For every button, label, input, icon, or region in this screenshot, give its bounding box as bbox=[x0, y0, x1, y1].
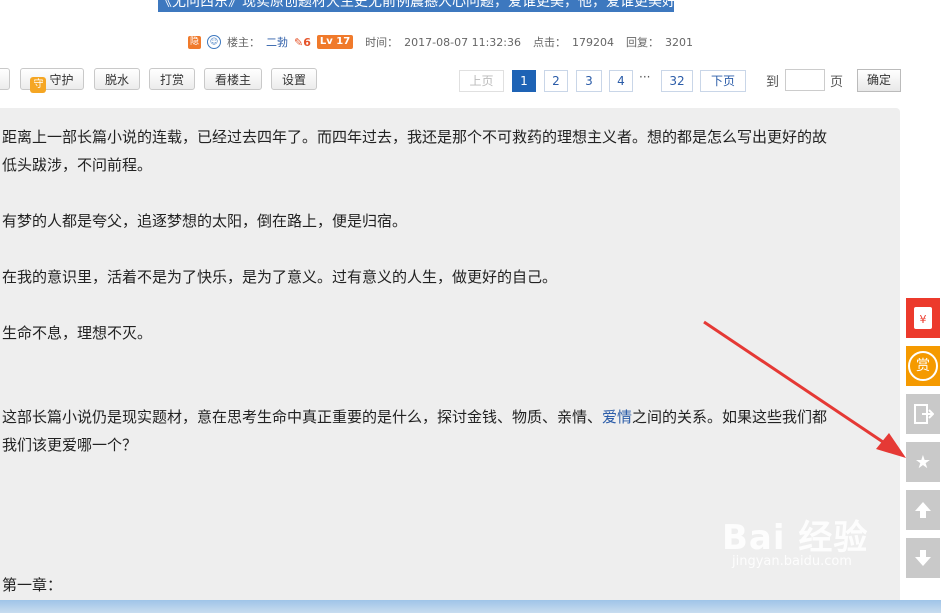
post-title-banner: 《无问西东》现实原创题材大生史无前例震撼人心问题，爱谁更美，他，爱谁更美好， bbox=[158, 0, 674, 12]
smile-icon[interactable]: ☺ bbox=[207, 35, 221, 49]
reward-circle-icon: 赏 bbox=[908, 351, 938, 381]
post-time: 2017-08-07 11:32:36 bbox=[404, 35, 521, 49]
arrow-down-icon bbox=[915, 550, 931, 566]
watermark-logo: Bai 经验 bbox=[722, 518, 869, 558]
page-3-button[interactable]: 3 bbox=[576, 70, 602, 92]
page-2-button[interactable]: 2 bbox=[544, 70, 568, 92]
scroll-top-button[interactable] bbox=[906, 490, 940, 530]
reward-side-button[interactable]: 赏 bbox=[906, 346, 940, 386]
scroll-bottom-button[interactable] bbox=[906, 538, 940, 578]
goto-page-input[interactable] bbox=[785, 69, 825, 91]
pager-ellipsis: ··· bbox=[639, 70, 651, 84]
author-label: 楼主： bbox=[227, 36, 260, 49]
chapter-heading: 第一章： bbox=[2, 576, 63, 594]
taskbar-strip bbox=[0, 600, 941, 613]
level-badge: Lv 17 bbox=[316, 35, 354, 49]
paragraph-5-line-2: 我们该更爱哪一个？ bbox=[2, 436, 138, 454]
author-name-link[interactable]: 二勃 bbox=[266, 34, 288, 50]
views-label: 点击： bbox=[533, 36, 566, 49]
red-packet-icon: ¥ bbox=[914, 307, 932, 329]
hidden-tag-icon[interactable]: 隐 bbox=[188, 35, 201, 49]
paragraph-5-text-a: 这部长篇小说仍是现实题材，意在思考生命中真正重要的是什么，探讨金钱、物质、亲情、 bbox=[2, 408, 603, 426]
time-label: 时间： bbox=[365, 36, 399, 49]
confirm-goto-button[interactable]: 确定 bbox=[857, 69, 901, 92]
views-count: 179204 bbox=[572, 35, 614, 49]
paragraph-4: 生命不息，理想不灭。 bbox=[2, 324, 153, 342]
love-link[interactable]: 爱情 bbox=[602, 408, 632, 426]
page-unit-label: 页 bbox=[830, 75, 844, 90]
badge-count: ✎6 bbox=[294, 35, 311, 49]
goto-label: 到 bbox=[766, 75, 780, 90]
page-32-button[interactable]: 32 bbox=[661, 70, 693, 92]
paragraph-2: 有梦的人都是夸父，追逐梦想的太阳，倒在路上，便是归宿。 bbox=[2, 212, 408, 230]
favorite-button[interactable]: ★ bbox=[906, 442, 940, 482]
star-icon: ★ bbox=[914, 451, 932, 473]
next-page-button[interactable]: 下页 bbox=[700, 70, 746, 92]
watermark-url: jingyan.baidu.com bbox=[732, 554, 852, 569]
paragraph-1-line-1: 距离上一部长篇小说的连载，已经过去四年了。而四年过去，我还是那个不可救药的理想主… bbox=[2, 128, 828, 146]
paragraph-5-line-1: 这部长篇小说仍是现实题材，意在思考生命中真正重要的是什么，探讨金钱、物质、亲情、… bbox=[2, 403, 827, 431]
baidu-jingyan-watermark: Bai 经验 jingyan.baidu.com bbox=[722, 510, 869, 569]
page-1-button[interactable]: 1 bbox=[512, 70, 536, 92]
post-meta: 隐 ☺ 楼主： 二勃 ✎6 Lv 17 时间： 2017-08-07 11:32… bbox=[188, 33, 693, 51]
red-packet-button[interactable]: ¥ bbox=[906, 298, 940, 338]
paragraph-1-line-2: 低头跋涉，不问前程。 bbox=[2, 156, 153, 174]
arrow-up-icon bbox=[915, 502, 931, 518]
replies-label: 回复： bbox=[626, 36, 659, 49]
share-button[interactable] bbox=[906, 394, 940, 434]
paragraph-5-text-b: 之间的关系。如果这些我们都 bbox=[632, 408, 828, 426]
replies-count: 3201 bbox=[665, 35, 693, 49]
svg-text:¥: ¥ bbox=[920, 313, 927, 326]
page-4-button[interactable]: 4 bbox=[609, 70, 633, 92]
paragraph-3: 在我的意识里，活着不是为了快乐，是为了意义。过有意义的人生，做更好的自己。 bbox=[2, 268, 558, 286]
prev-page-button[interactable]: 上页 bbox=[459, 70, 504, 92]
exit-share-icon bbox=[914, 404, 934, 424]
